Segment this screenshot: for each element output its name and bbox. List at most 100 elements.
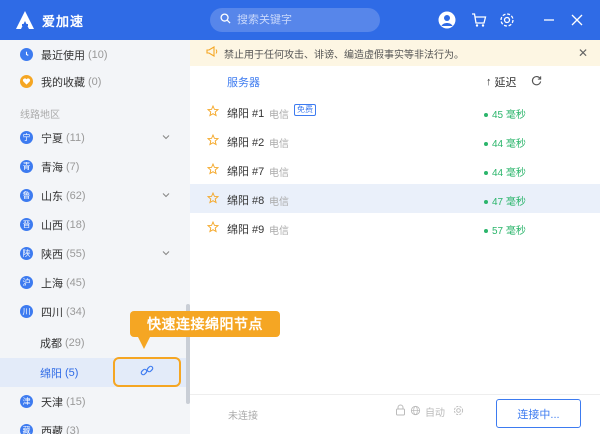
sidebar-item-label: 青海 [41,161,63,174]
title-bar: 爱加速 [0,0,600,40]
latency-text: 44 毫秒 [492,168,526,179]
notice-close-icon[interactable]: ✕ [578,46,588,60]
lock-icon [395,404,406,419]
app-logo: 爱加速 [14,9,84,31]
chevron-down-icon[interactable] [162,132,170,144]
status-dot-icon [484,200,488,205]
star-icon[interactable] [206,162,220,178]
table-row[interactable]: 绵阳 #2 电信 44 毫秒 [190,126,600,155]
sidebar-item-label: 我的收藏 [41,76,85,89]
latency-value: 57 毫秒 [484,222,526,237]
sidebar-item-count: (0) [88,75,102,88]
sidebar-item-count: (55) [66,247,86,260]
sidebar-item-region[interactable]: 津 天津 (15) [0,387,186,416]
latency-text: 44 毫秒 [492,139,526,150]
star-icon[interactable] [206,191,220,207]
server-isp: 电信 [269,110,289,121]
sidebar-item-region[interactable]: 宁 宁夏 (11) [0,123,186,152]
region-badge-icon: 鲁 [20,189,33,202]
settings-icon[interactable] [498,11,516,29]
sidebar-item-favorites[interactable]: 我的收藏 (0) [0,67,186,96]
region-badge-icon: 宁 [20,131,33,144]
sidebar-item-label: 四川 [41,306,63,319]
sidebar-item-count: (45) [66,276,86,289]
free-badge: 免费 [294,104,316,116]
region-badge-icon: 陕 [20,247,33,260]
mode-selector[interactable]: 自动 [395,404,464,419]
cart-icon[interactable] [470,11,488,29]
search-box[interactable] [210,8,380,32]
server-name: 绵阳 #9 [227,224,265,236]
logo-icon [14,9,36,31]
callout-arrow [138,337,150,349]
table-row[interactable]: 绵阳 #7 电信 44 毫秒 [190,155,600,184]
sidebar-item-label: 宁夏 [41,132,63,145]
notice-text: 禁止用于任何攻击、诽谤、编造虚假事实等非法行为。 [224,49,464,61]
latency-value: 44 毫秒 [484,164,526,179]
connection-status: 未连接 [228,411,258,422]
server-isp: 电信 [269,139,289,150]
star-icon[interactable] [206,133,220,149]
sidebar-item-recent[interactable]: 最近使用 (10) [0,40,186,69]
clock-icon [20,48,33,61]
sidebar-item-count: (11) [66,131,85,144]
sidebar-item-label: 绵阳 [40,367,62,380]
latency-value: 47 毫秒 [484,193,526,208]
region-badge-icon: 晋 [20,218,33,231]
search-icon [220,13,231,27]
star-icon[interactable] [206,104,220,120]
refresh-icon[interactable] [531,75,542,89]
user-avatar-icon[interactable] [438,11,456,29]
sidebar-item-label: 最近使用 [41,49,85,62]
gear-icon[interactable] [453,405,464,419]
column-header-latency[interactable]: ↑ 延迟 [486,74,517,90]
table-row[interactable]: 绵阳 #1 电信 免费 45 毫秒 [190,97,600,126]
heart-icon [20,75,33,88]
sidebar-item-label: 天津 [41,396,63,409]
region-badge-icon: 川 [20,305,33,318]
region-badge-icon: 津 [20,395,33,408]
server-name: 绵阳 #1 [227,108,265,120]
column-header-server[interactable]: 服务器 [227,74,260,90]
sidebar-item-count: (7) [66,160,80,173]
chevron-down-icon[interactable] [162,248,170,260]
bottom-bar: 未连接 自动 连接中... [190,394,600,434]
sidebar-item-count: (18) [66,218,86,231]
globe-icon [410,405,421,419]
status-dot-icon [484,171,488,176]
megaphone-icon [206,46,218,60]
sidebar-item-region[interactable]: 藏 西藏 (3) [0,416,186,434]
close-icon[interactable] [568,11,586,29]
connect-button[interactable]: 连接中... [496,399,581,428]
latency-text: 45 毫秒 [492,110,526,121]
star-icon[interactable] [206,220,220,236]
sidebar-item-region[interactable]: 鲁 山东 (62) [0,181,186,210]
server-isp: 电信 [269,168,289,179]
status-dot-icon [484,142,488,147]
sidebar-item-count: (15) [66,395,86,408]
sidebar-item-label: 上海 [41,277,63,290]
search-input[interactable] [237,14,367,26]
sort-arrow-icon: ↑ [486,76,492,88]
sidebar-item-label: 陕西 [41,248,63,261]
quick-connect-button[interactable] [113,357,181,387]
table-row-highlighted[interactable]: 绵阳 #8 电信 47 毫秒 [190,184,600,213]
server-isp: 电信 [269,197,289,208]
sidebar-item-count: (62) [66,189,86,202]
minimize-icon[interactable] [540,11,558,29]
sidebar-item-region[interactable]: 沪 上海 (45) [0,268,186,297]
latency-value: 45 毫秒 [484,106,526,121]
region-badge-icon: 青 [20,160,33,173]
chevron-down-icon[interactable] [162,190,170,202]
annotation-callout: 快速连接绵阳节点 [130,311,280,337]
table-row[interactable]: 绵阳 #9 电信 57 毫秒 [190,213,600,242]
sidebar-item-region[interactable]: 陕 陕西 (55) [0,239,186,268]
sidebar-item-region[interactable]: 青 青海 (7) [0,152,186,181]
sidebar-item-label: 山东 [41,190,63,203]
section-title: 线路地区 [20,110,60,121]
sidebar-item-region[interactable]: 晋 山西 (18) [0,210,186,239]
sidebar-item-count: (34) [66,305,86,318]
link-icon [140,364,154,381]
latency-text: 47 毫秒 [492,197,526,208]
sidebar-item-count: (3) [66,424,80,434]
